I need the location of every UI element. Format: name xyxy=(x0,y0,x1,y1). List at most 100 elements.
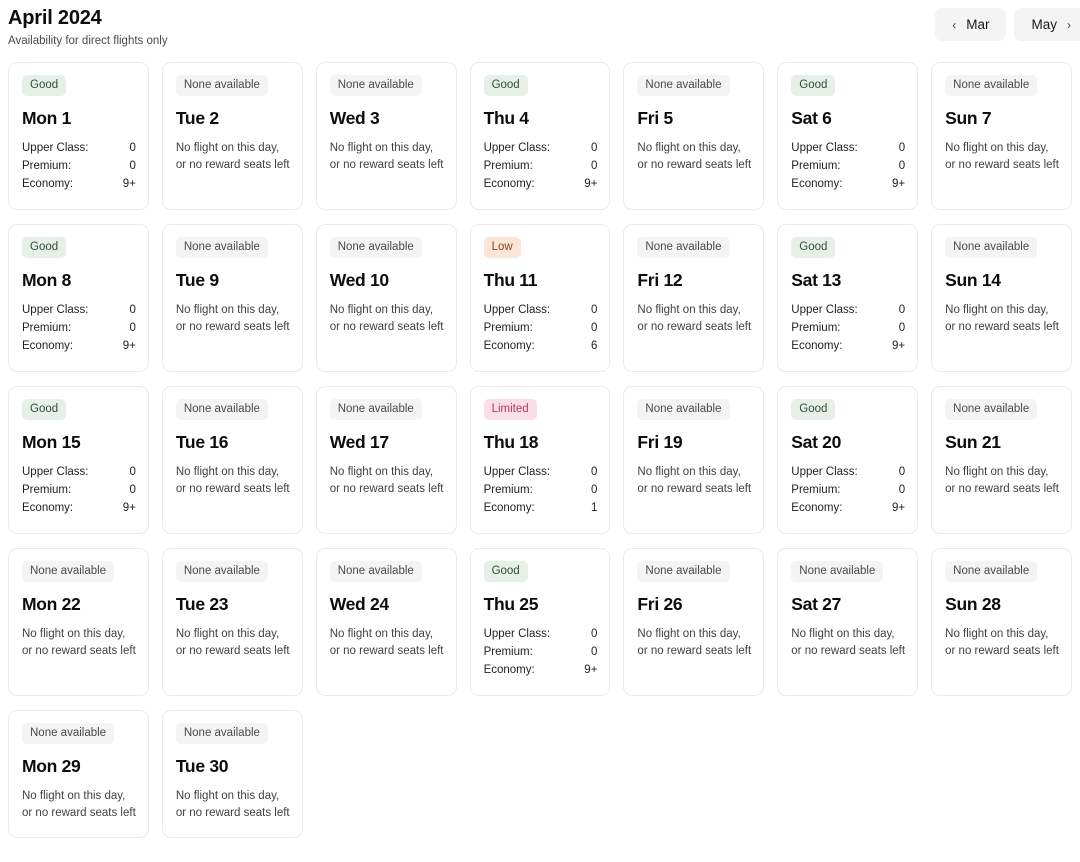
cabin-row-economy: Economy: 9+ xyxy=(484,661,598,679)
status-badge: None available xyxy=(637,399,730,420)
day-label: Thu 18 xyxy=(483,432,539,452)
day-label: Wed 24 xyxy=(329,594,389,614)
day-card[interactable]: None available Fri 19 No flight on this da… xyxy=(623,386,765,534)
cabin-availability-list: Upper Class: 0 Premium: 0 Economy: 9+ xyxy=(791,463,905,517)
cabin-row-upper-class: Upper Class: 0 xyxy=(484,139,598,157)
day-card[interactable]: Good Sat 13 Upper Class: 0 Premium: 0 Economy:… xyxy=(777,224,919,372)
cabin-seat-count: 1 xyxy=(591,502,598,514)
cabin-name: Upper Class: xyxy=(22,142,89,154)
cabin-row-upper-class: Upper Class: 0 xyxy=(484,463,598,481)
day-card[interactable]: Good Thu 25 Upper Class: 0 Premium: 0 Economy:… xyxy=(469,548,611,696)
cabin-name: Premium: xyxy=(483,160,533,172)
cabin-name: Economy: xyxy=(22,340,74,352)
day-card[interactable]: None available Sun 21 No flight on this da… xyxy=(931,386,1072,534)
day-label: Tue 2 xyxy=(175,108,219,128)
cabin-row-upper-class: Upper Class: 0 xyxy=(22,463,136,481)
cabin-name: Economy: xyxy=(22,502,74,514)
status-badge: Good xyxy=(22,75,67,96)
day-card[interactable]: None available Tue 9 No flight on this day… xyxy=(161,224,303,372)
cabin-seat-count: 0 xyxy=(129,304,136,316)
status-badge: None available xyxy=(22,723,115,744)
day-card[interactable]: None available Wed 17 No flight on this da… xyxy=(315,386,457,534)
day-card[interactable]: Good Sat 6 Upper Class: 0 Premium: 0 Economy: 9… xyxy=(777,62,919,210)
cabin-name: Upper Class: xyxy=(483,466,551,478)
no-flight-message: No flight on this day, or no reward seat… xyxy=(175,790,290,819)
day-card[interactable]: None available Tue 2 No flight on this day… xyxy=(161,62,303,210)
day-card[interactable]: Good Thu 4 Upper Class: 0 Premium: 0 Economy: 9… xyxy=(469,62,611,210)
prev-month-button[interactable]: ‹ Mar xyxy=(935,8,1007,41)
day-label: Sat 6 xyxy=(791,108,832,128)
status-badge: None available xyxy=(945,75,1038,96)
cabin-seat-count: 9+ xyxy=(122,502,136,514)
cabin-seat-count: 0 xyxy=(591,160,598,172)
cabin-seat-count: 0 xyxy=(591,646,598,658)
day-card[interactable]: None available Sun 7 No flight on this day… xyxy=(931,62,1072,210)
cabin-seat-count: 0 xyxy=(129,142,136,154)
cabin-seat-count: 9+ xyxy=(892,340,906,352)
cabin-seat-count: 0 xyxy=(898,304,906,316)
cabin-seat-count: 0 xyxy=(898,160,906,172)
status-badge: None available xyxy=(329,561,422,582)
cabin-row-premium: Premium: 0 xyxy=(484,157,598,175)
day-card[interactable]: Good Sat 20 Upper Class: 0 Premium: 0 Economy:… xyxy=(777,386,919,534)
day-label: Sun 28 xyxy=(945,594,1001,614)
cabin-name: Premium: xyxy=(483,484,533,496)
cabin-availability-list: Upper Class: 0 Premium: 0 Economy: 9+ xyxy=(484,625,598,679)
status-badge: Good xyxy=(791,237,836,258)
status-badge: None available xyxy=(175,399,268,420)
next-month-button[interactable]: May › xyxy=(1014,8,1080,41)
day-card[interactable]: None available Sun 14 No flight on this da… xyxy=(931,224,1072,372)
day-label: Tue 16 xyxy=(175,432,229,452)
day-card[interactable]: None available Wed 3 No flight on this day… xyxy=(315,62,457,210)
no-flight-message: No flight on this day, or no reward seat… xyxy=(175,466,290,495)
day-card[interactable]: None available Mon 22 No flight on this da… xyxy=(8,548,149,696)
day-label: Sat 27 xyxy=(791,594,842,614)
month-navigation: ‹ Mar May › xyxy=(935,8,1080,41)
cabin-seat-count: 0 xyxy=(591,484,598,496)
cabin-name: Economy: xyxy=(483,340,535,352)
cabin-seat-count: 0 xyxy=(898,484,906,496)
day-label: Sun 21 xyxy=(945,432,1001,452)
day-card[interactable]: None available Fri 5 No flight on this day… xyxy=(623,62,765,210)
day-card[interactable]: Good Mon 15 Upper Class: 0 Premium: 0 Economy:… xyxy=(8,386,149,534)
no-flight-message: No flight on this day, or no reward seat… xyxy=(329,466,444,495)
no-flight-message: No flight on this day, or no reward seat… xyxy=(791,628,906,657)
cabin-name: Economy: xyxy=(791,502,843,514)
no-flight-message: No flight on this day, or no reward seat… xyxy=(329,142,444,171)
status-badge: None available xyxy=(175,75,268,96)
cabin-seat-count: 0 xyxy=(129,466,136,478)
day-card[interactable]: None available Wed 10 No flight on this da… xyxy=(315,224,457,372)
cabin-availability-list: Upper Class: 0 Premium: 0 Economy: 9+ xyxy=(22,139,136,193)
day-card[interactable]: None available Tue 23 No flight on this da… xyxy=(161,548,303,696)
day-card[interactable]: Limited Thu 18 Upper Class: 0 Premium: 0 Econo… xyxy=(469,386,611,534)
cabin-seat-count: 9+ xyxy=(584,664,598,676)
day-card[interactable]: None available Wed 24 No flight on this da… xyxy=(315,548,457,696)
day-label: Mon 22 xyxy=(22,594,81,614)
status-badge: None available xyxy=(945,399,1038,420)
cabin-row-premium: Premium: 0 xyxy=(22,481,136,499)
status-badge: Limited xyxy=(483,399,537,420)
day-card[interactable]: None available Tue 30 No flight on this da… xyxy=(161,710,303,838)
day-card[interactable]: Good Mon 8 Upper Class: 0 Premium: 0 Economy: 9… xyxy=(8,224,149,372)
no-flight-message: No flight on this day, or no reward seat… xyxy=(637,466,752,495)
cabin-name: Premium: xyxy=(791,484,841,496)
day-card[interactable]: None available Fri 12 No flight on this da… xyxy=(623,224,765,372)
status-badge: Good xyxy=(22,237,67,258)
cabin-row-premium: Premium: 0 xyxy=(484,319,598,337)
cabin-name: Upper Class: xyxy=(22,304,89,316)
day-card[interactable]: Low Thu 11 Upper Class: 0 Premium: 0 Economy: 6 xyxy=(469,224,611,372)
day-card[interactable]: None available Sun 28 No flight on this da… xyxy=(931,548,1072,696)
cabin-seat-count: 0 xyxy=(591,322,598,334)
day-card[interactable]: None available Tue 16 No flight on this da… xyxy=(161,386,303,534)
day-card[interactable]: Good Mon 1 Upper Class: 0 Premium: 0 Economy: 9… xyxy=(8,62,149,210)
day-card[interactable]: None available Sat 27 No flight on this da… xyxy=(777,548,919,696)
day-label: Wed 10 xyxy=(329,270,389,290)
day-card[interactable]: None available Fri 26 No flight on this da… xyxy=(623,548,765,696)
cabin-name: Economy: xyxy=(483,178,535,190)
cabin-seat-count: 9+ xyxy=(892,178,906,190)
status-badge: Good xyxy=(22,399,67,420)
no-flight-message: No flight on this day, or no reward seat… xyxy=(175,142,290,171)
cabin-seat-count: 9+ xyxy=(584,178,598,190)
day-card[interactable]: None available Mon 29 No flight on this da… xyxy=(8,710,149,838)
cabin-name: Upper Class: xyxy=(791,142,858,154)
